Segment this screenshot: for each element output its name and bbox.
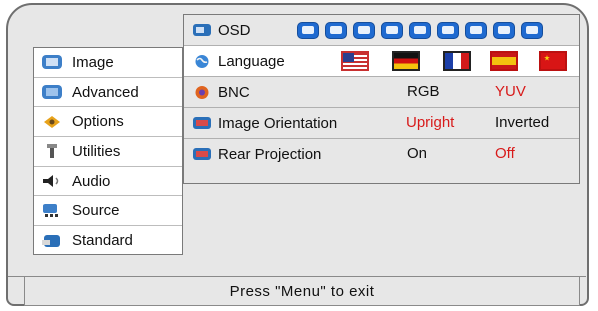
options-icon xyxy=(44,115,60,128)
france-flag-icon[interactable] xyxy=(443,51,471,71)
menu-item-label: Source xyxy=(72,202,120,220)
menu-item-standard[interactable]: Standard xyxy=(34,226,182,256)
image-icon xyxy=(42,55,62,70)
advanced-icon xyxy=(42,85,62,100)
osd-icon xyxy=(193,23,211,36)
menu-item-image[interactable]: Image xyxy=(34,48,182,78)
menu-item-label: Image xyxy=(72,53,114,71)
menu-item-source[interactable]: Source xyxy=(34,196,182,227)
us-flag-icon[interactable] xyxy=(341,51,369,71)
rear-projection-label: Rear Projection xyxy=(218,146,322,163)
osd-tab-icon[interactable] xyxy=(325,22,347,39)
osd-tab-icon[interactable] xyxy=(409,22,431,39)
osd-row[interactable]: OSD xyxy=(184,15,579,46)
spain-flag-icon[interactable] xyxy=(490,51,518,71)
options-panel: OSD Language BNC RGB YUV Image Orientati… xyxy=(183,14,580,184)
rear-projection-option-off[interactable]: Off xyxy=(495,145,515,162)
bnc-label: BNC xyxy=(218,83,250,101)
bnc-option-yuv[interactable]: YUV xyxy=(495,83,526,100)
utilities-icon xyxy=(47,144,57,159)
menu-item-label: Advanced xyxy=(72,83,139,101)
speaker-icon xyxy=(43,175,59,188)
status-text: Press "Menu" to exit xyxy=(229,282,375,300)
orientation-icon xyxy=(193,116,211,129)
osd-tabs[interactable] xyxy=(297,22,543,39)
china-flag-icon[interactable] xyxy=(539,51,567,71)
menu-item-label: Standard xyxy=(72,232,133,250)
language-label: Language xyxy=(218,52,285,70)
menu-item-label: Options xyxy=(72,113,124,131)
language-row[interactable]: Language xyxy=(184,46,579,77)
osd-tab-icon[interactable] xyxy=(465,22,487,39)
image-orientation-label: Image Orientation xyxy=(218,114,338,132)
menu-item-audio[interactable]: Audio xyxy=(34,167,182,197)
source-icon xyxy=(43,203,58,217)
rear-projection-icon xyxy=(193,148,211,160)
osd-label: OSD xyxy=(218,21,251,39)
germany-flag-icon[interactable] xyxy=(392,51,420,71)
status-bar: Press "Menu" to exit xyxy=(24,276,580,306)
image-orientation-row[interactable]: Image Orientation Upright Inverted xyxy=(184,108,579,139)
osd-tab-icon[interactable] xyxy=(437,22,459,39)
osd-tab-icon[interactable] xyxy=(297,22,319,39)
bnc-icon xyxy=(195,85,209,99)
menu-item-utilities[interactable]: Utilities xyxy=(34,137,182,167)
menu-item-options[interactable]: Options xyxy=(34,107,182,138)
rear-projection-row[interactable]: Rear Projection On Off xyxy=(184,139,579,170)
orientation-option-inverted[interactable]: Inverted xyxy=(495,114,549,131)
us-flag-canton xyxy=(343,53,354,62)
standard-icon xyxy=(42,234,60,247)
osd-tab-icon[interactable] xyxy=(353,22,375,39)
bnc-option-rgb[interactable]: RGB xyxy=(407,83,440,100)
menu-item-advanced[interactable]: Advanced xyxy=(34,78,182,108)
rear-projection-option-on[interactable]: On xyxy=(407,145,427,162)
bnc-row[interactable]: BNC RGB YUV xyxy=(184,77,579,108)
orientation-option-upright[interactable]: Upright xyxy=(406,114,454,131)
china-flag-star xyxy=(544,55,550,61)
menu-item-label: Audio xyxy=(72,172,111,190)
main-menu: Image Advanced Options Utilities Audio S… xyxy=(33,47,183,255)
menu-item-label: Utilities xyxy=(72,142,121,160)
osd-tab-icon[interactable] xyxy=(381,22,403,39)
globe-icon xyxy=(195,54,209,68)
osd-tab-icon[interactable] xyxy=(493,22,515,39)
osd-tab-icon[interactable] xyxy=(521,22,543,39)
